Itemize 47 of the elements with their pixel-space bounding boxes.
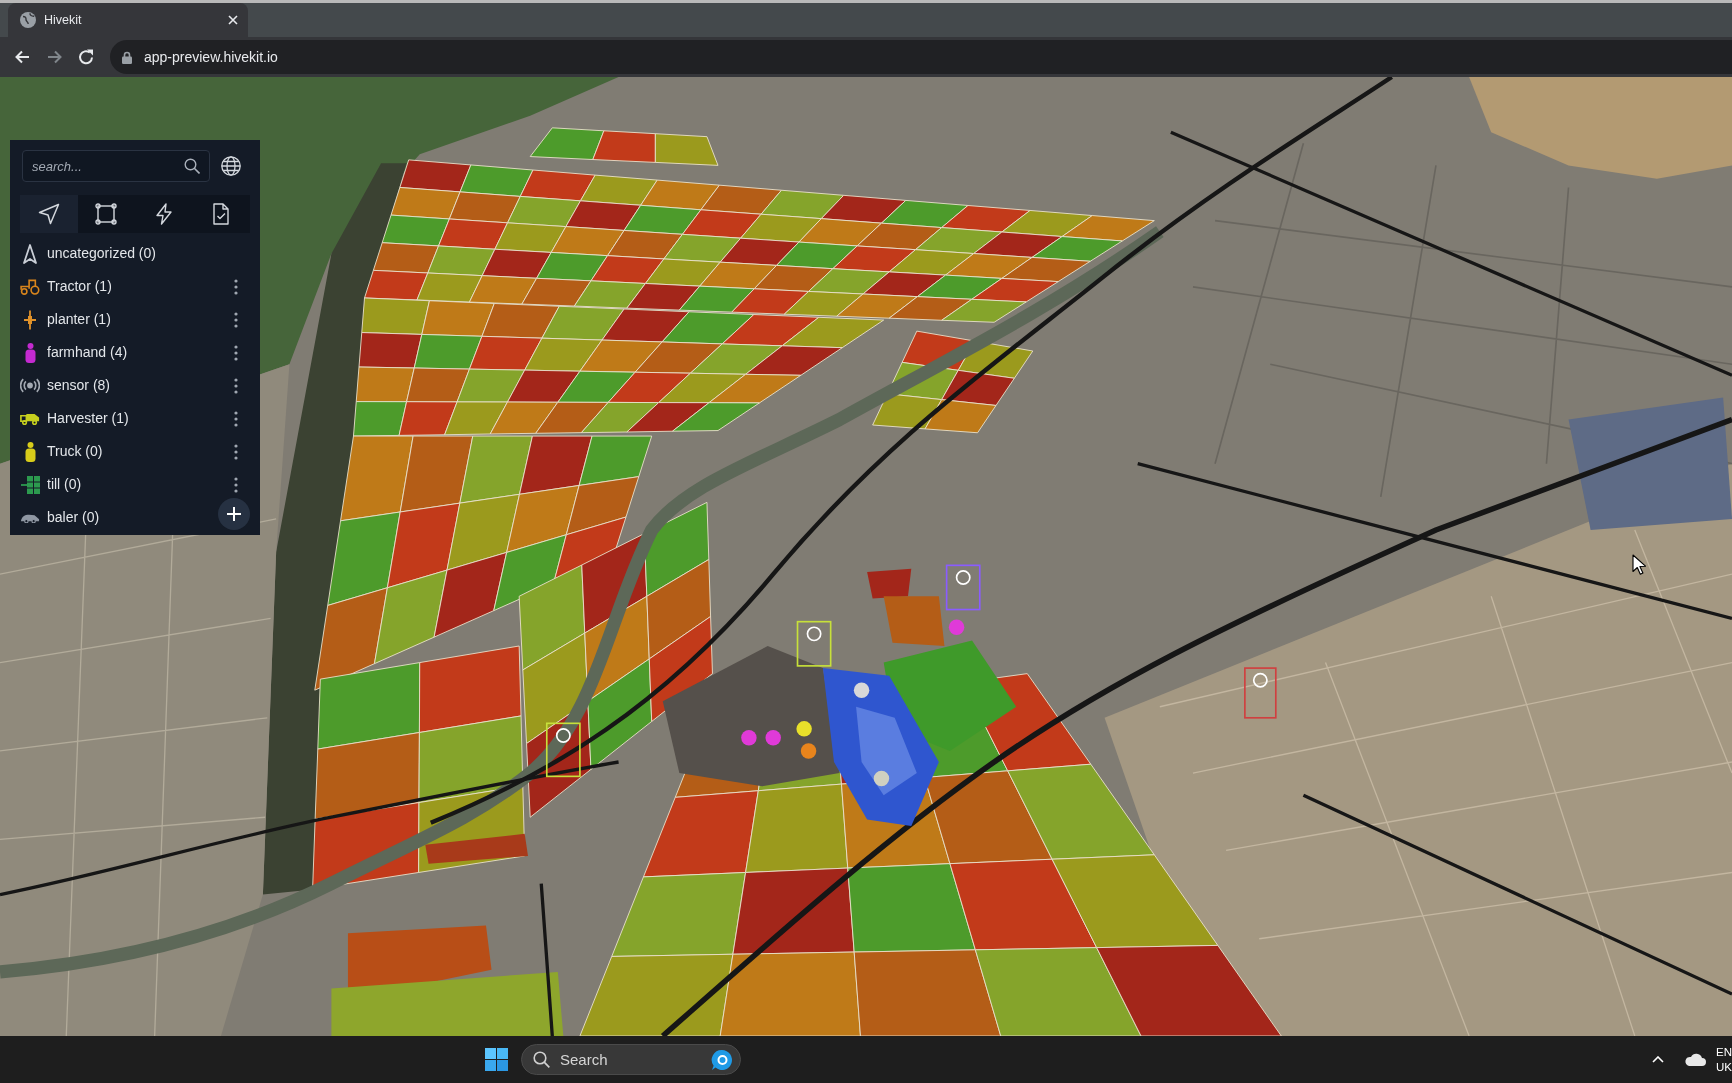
map-marker-icon[interactable] — [765, 729, 781, 746]
browser-tab[interactable]: Hivekit — [8, 3, 248, 37]
chat-bubble-logo-icon[interactable] — [711, 1048, 733, 1071]
kebab-menu-icon[interactable] — [234, 311, 238, 328]
cloud-icon[interactable] — [1684, 1053, 1706, 1066]
map-marker-icon[interactable] — [873, 770, 890, 787]
kebab-menu-icon[interactable] — [234, 443, 238, 460]
windows-logo-icon[interactable] — [485, 1048, 508, 1071]
taskbar-search-field[interactable]: Search — [521, 1044, 741, 1075]
category-label[interactable]: Truck (0) — [47, 441, 103, 462]
map-marker-icon[interactable] — [948, 619, 965, 635]
category-label[interactable]: till (0) — [47, 474, 82, 495]
chevron-up-icon[interactable] — [1652, 1056, 1664, 1063]
globe-icon — [20, 12, 36, 28]
close-icon[interactable] — [228, 15, 238, 25]
kebab-menu-icon[interactable] — [234, 377, 238, 394]
plus-icon — [227, 507, 241, 521]
category-label[interactable]: planter (1) — [47, 309, 111, 330]
search-field[interactable]: search... — [22, 150, 210, 182]
reload-icon[interactable] — [78, 49, 94, 65]
language-text[interactable]: EN — [1716, 1044, 1732, 1060]
category-label[interactable]: farmhand (4) — [47, 342, 128, 363]
category-label[interactable]: Harvester (1) — [47, 408, 129, 429]
kebab-menu-icon[interactable] — [234, 476, 238, 493]
kebab-menu-icon[interactable] — [234, 278, 238, 295]
address-field[interactable]: app-preview.hivekit.io — [110, 40, 1732, 74]
back-arrow-icon[interactable] — [14, 49, 30, 65]
navigation-arrow-icon — [37, 203, 60, 225]
category-label[interactable]: Tractor (1) — [47, 276, 112, 297]
category-label[interactable]: uncategorized (0) — [47, 243, 156, 264]
keyboard-layout-text[interactable]: UK — [1716, 1059, 1732, 1075]
square-corners-icon — [95, 203, 118, 225]
category-label[interactable]: sensor (8) — [47, 375, 111, 396]
category-label[interactable]: baler (0) — [47, 507, 100, 528]
map-marker-icon[interactable] — [853, 682, 870, 698]
search-icon[interactable] — [184, 158, 200, 174]
map-marker-icon[interactable] — [741, 729, 757, 746]
map-marker-icon[interactable] — [796, 721, 812, 737]
kebab-menu-icon[interactable] — [234, 344, 238, 361]
globe-icon[interactable] — [221, 156, 241, 176]
lock-icon[interactable] — [122, 50, 132, 64]
kebab-menu-icon[interactable] — [234, 410, 238, 427]
add-button[interactable] — [218, 498, 250, 530]
search-icon[interactable] — [533, 1051, 550, 1068]
mouse-pointer-icon — [1632, 554, 1646, 575]
map-marker-icon[interactable] — [800, 743, 817, 759]
panel-tab[interactable] — [20, 195, 78, 233]
